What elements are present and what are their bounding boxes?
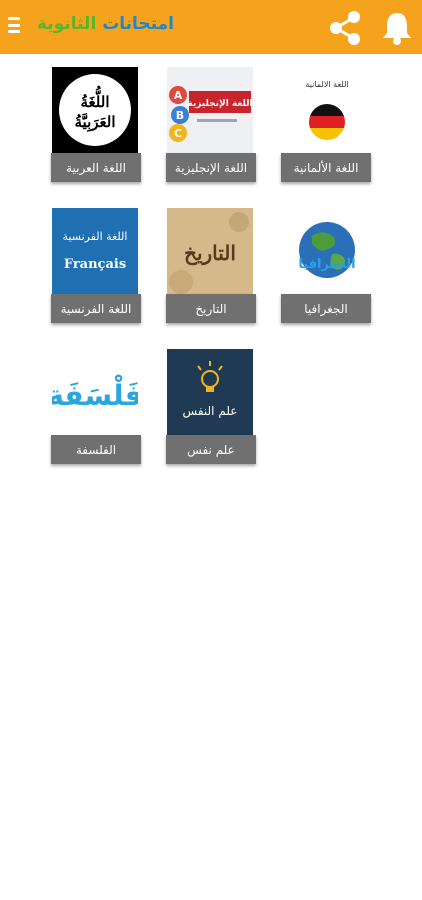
philosophy-thumb-text: فَلْسَفَة [52,374,138,412]
subject-tile-philosophy[interactable]: فَلْسَفَة الفلسفة [51,349,141,469]
philosophy-thumbnail: فَلْسَفَة [52,349,138,435]
subject-tile-geography[interactable]: الجغرافيا الجغرافيا [281,208,371,328]
history-thumb-text: التاريخ [184,241,236,266]
french-thumb-ar: اللغة الفرنسية [63,230,128,243]
geography-thumbnail: الجغرافيا [282,208,368,294]
english-thumbnail: A B C اللغة الإنجليزية [167,67,253,153]
svg-text:B: B [176,109,184,122]
lightbulb-icon [197,361,223,392]
subject-label: علم نفس [166,435,256,464]
share-icon[interactable] [326,10,364,46]
geography-thumb-text: الجغرافيا [298,257,355,272]
subject-tile-arabic[interactable]: اللُّغَةُ العَرَبِيَّةُ اللغة العربية [51,67,141,187]
french-thumb-fr: Français [64,257,126,272]
subject-tile-psychology[interactable]: علم النفس علم نفس [166,349,256,469]
psychology-thumb-text: علم النفس [183,404,238,419]
subject-label: اللغة العربية [51,153,141,182]
subject-label: اللغة الألمانية [281,153,371,182]
subject-tile-french[interactable]: اللغة الفرنسية Français اللغة الفرنسية [51,208,141,328]
app-title: امتحانات الثانوية [37,14,174,34]
svg-text:A: A [174,89,183,102]
subject-label: اللغة الفرنسية [51,294,141,323]
subject-label: التاريخ [166,294,256,323]
arabic-thumb-line2: العَرَبِيَّةُ [75,113,116,133]
app-bar: امتحانات الثانوية [0,0,422,54]
menu-icon[interactable] [8,17,24,37]
app-title-part2: الثانوية [37,14,97,34]
psychology-thumbnail: علم النفس [167,349,253,435]
svg-text:C: C [174,127,182,140]
app-title-part1: امتحانات [102,14,174,34]
french-thumbnail: اللغة الفرنسية Français [52,208,138,294]
german-thumbnail: اللغة الالمانية [282,67,368,153]
arabic-thumbnail: اللُّغَةُ العَرَبِيَّةُ [52,67,138,153]
subject-label: الفلسفة [51,435,141,464]
bell-icon[interactable] [380,10,414,46]
subject-label: الجغرافيا [281,294,371,323]
subject-tile-history[interactable]: التاريخ التاريخ [166,208,256,328]
subject-tile-german[interactable]: اللغة الالمانية اللغة الألمانية [281,67,371,187]
english-thumb-text: اللغة الإنجليزية [187,99,252,109]
subject-tile-english[interactable]: A B C اللغة الإنجليزية اللغة الإنجليزية [166,67,256,187]
subject-label: اللغة الإنجليزية [166,153,256,182]
german-thumb-text: اللغة الالمانية [305,80,348,89]
history-thumbnail: التاريخ [167,208,253,294]
